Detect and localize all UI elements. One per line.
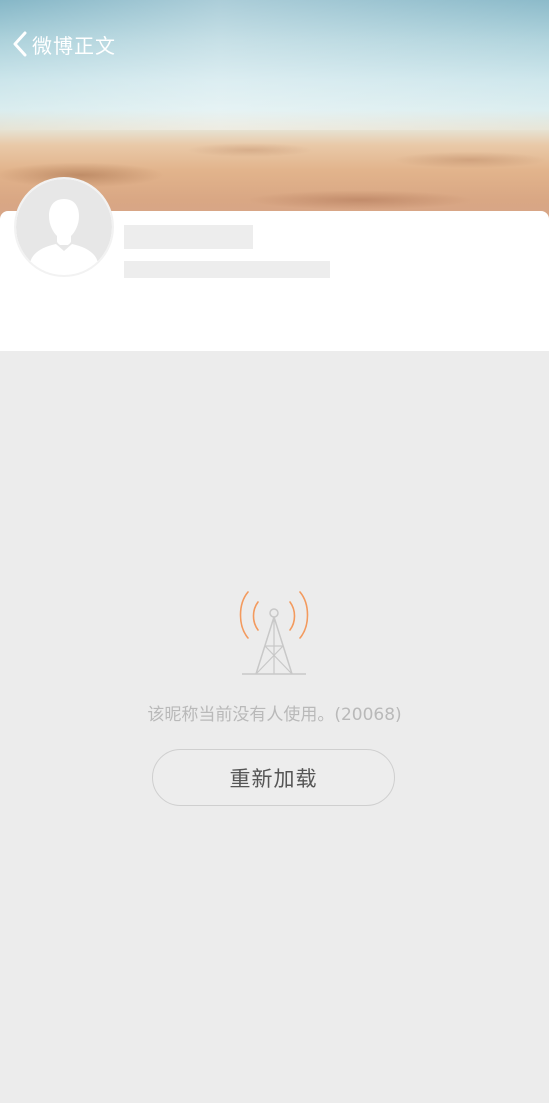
name-placeholder [124,225,253,249]
default-avatar-icon [16,179,112,275]
page-title: 微博正文 [32,33,116,58]
chevron-left-icon [12,31,28,57]
banner-sky [0,0,549,130]
reload-button[interactable]: 重新加载 [152,749,395,806]
description-placeholder [124,261,330,278]
signal-tower-icon [234,586,314,678]
back-button[interactable]: 微博正文 [12,28,116,60]
avatar[interactable] [16,179,112,275]
page: 微博正文 该昵称当前没有人使用。(20068) 重新加载 [0,0,549,1103]
error-message: 该昵称当前没有人使用。(20068) [147,705,402,725]
